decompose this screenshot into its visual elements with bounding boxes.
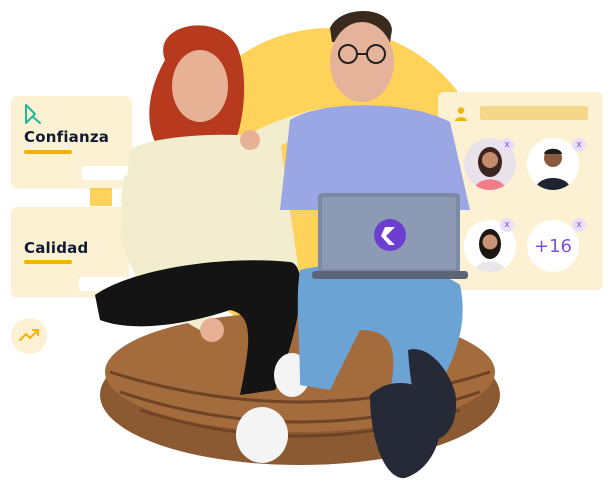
people-photo [95, 10, 500, 479]
flutter-logo-icon [374, 219, 406, 251]
hero-illustration: Confianza Calidad +16 x x x x [0, 0, 614, 492]
